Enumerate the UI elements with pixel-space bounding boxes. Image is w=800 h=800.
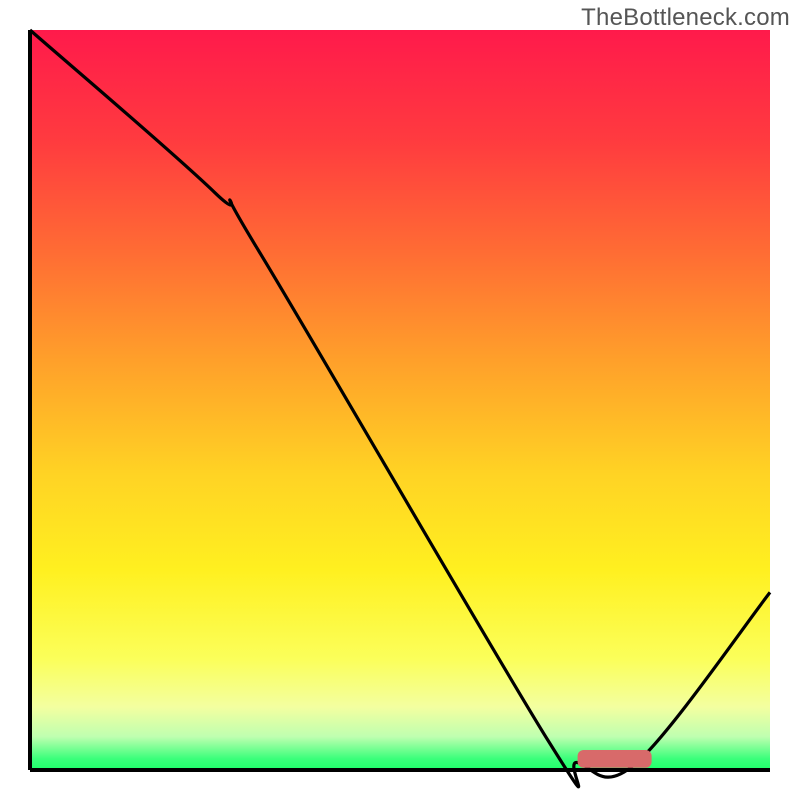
gradient-background <box>30 30 770 770</box>
watermark-text: TheBottleneck.com <box>581 4 790 32</box>
optimal-range-marker <box>578 750 652 768</box>
bottleneck-chart <box>0 0 800 800</box>
chart-container: TheBottleneck.com <box>0 0 800 800</box>
